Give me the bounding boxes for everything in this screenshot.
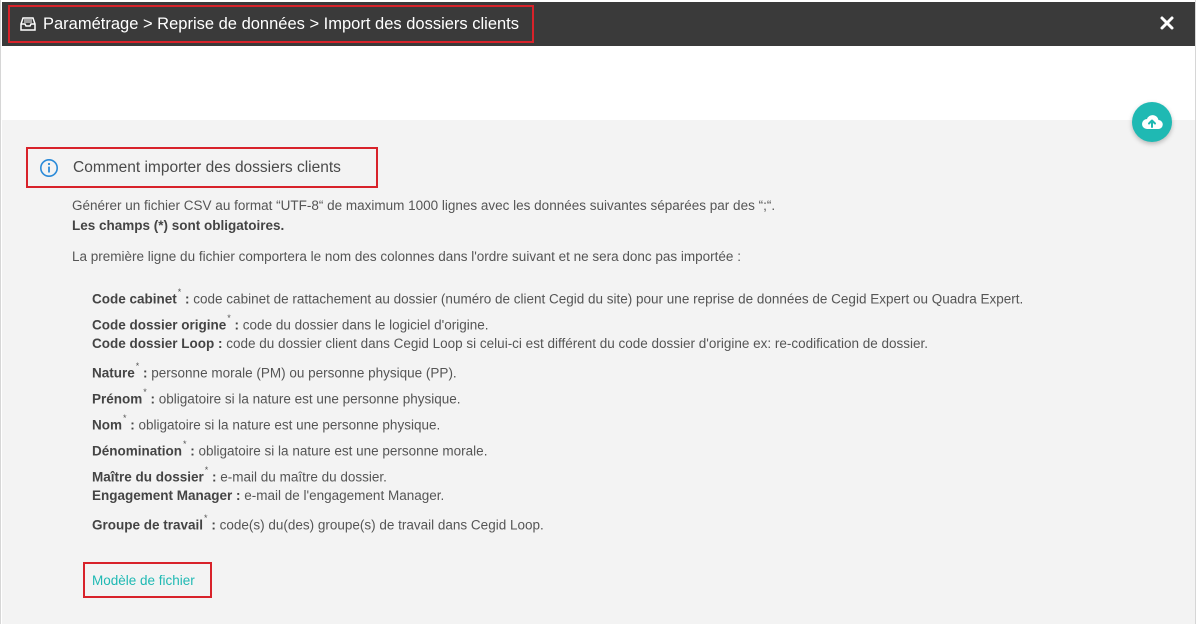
header-area [2, 46, 1195, 120]
required-marker: * [135, 361, 140, 371]
field-item: Prénom* : obligatoire si la nature est u… [92, 383, 460, 408]
field-separator: : [126, 417, 135, 433]
field-separator: : [214, 336, 223, 351]
field-separator: : [186, 443, 195, 459]
required-marker: * [123, 413, 127, 423]
cloud-upload-icon[interactable] [1132, 102, 1172, 142]
title-bar: Paramétrage > Reprise de données > Impor… [2, 2, 1195, 46]
field-text: code(s) du(des) groupe(s) de travail dan… [215, 517, 544, 533]
field-item: Nom* : obligatoire si la nature est une … [92, 409, 440, 434]
column-order-note: La première ligne du fichier comportera … [72, 249, 741, 264]
required-note: Les champs (*) sont obligatoires. [72, 218, 285, 233]
field-text: obligatoire si la nature est une personn… [134, 417, 441, 433]
help-heading: Comment importer des dossiers clients [26, 147, 378, 188]
field-separator: : [232, 488, 241, 503]
field-item: Code cabinet* : code cabinet de rattache… [92, 283, 1023, 308]
field-name: Groupe de travail [92, 517, 204, 533]
required-marker: * [204, 465, 209, 475]
template-link-box: Modèle de fichier [83, 562, 212, 598]
field-name: Engagement Manager [92, 488, 233, 503]
field-item: Engagement Manager : e-mail de l'engagem… [92, 483, 444, 508]
breadcrumb: Paramétrage > Reprise de données > Impor… [8, 5, 534, 43]
field-separator: : [207, 517, 216, 533]
help-intro: Générer un fichier CSV au format “UTF-8“… [72, 196, 775, 236]
field-name: Code dossier Loop [92, 336, 215, 351]
field-name: Prénom [92, 391, 143, 407]
field-text: code du dossier client dans Cegid Loop s… [222, 336, 928, 351]
close-icon[interactable] [1159, 15, 1175, 31]
template-file-link[interactable]: Modèle de fichier [92, 573, 195, 588]
field-text: code cabinet de rattachement au dossier … [189, 291, 1024, 307]
breadcrumb-text: Paramétrage > Reprise de données > Impor… [43, 14, 520, 33]
required-marker: * [204, 513, 208, 523]
field-item: Nature* : personne morale (PM) ou person… [92, 357, 457, 382]
field-text: obligatoire si la nature est une personn… [194, 443, 488, 459]
field-separator: : [139, 365, 148, 381]
field-item: Groupe de travail* : code(s) du(des) gro… [92, 509, 544, 534]
field-text: e-mail de l'engagement Manager. [240, 488, 445, 503]
inbox-tray-icon [20, 17, 36, 31]
help-title: Comment importer des dossiers clients [73, 158, 341, 176]
intro-line: Générer un fichier CSV au format “UTF-8“… [72, 198, 776, 213]
required-marker: * [227, 313, 231, 323]
required-marker: * [143, 387, 147, 397]
field-name: Code cabinet [92, 291, 177, 307]
field-item: Code dossier Loop : code du dossier clie… [92, 331, 928, 356]
field-name: Nom [92, 417, 122, 433]
field-item: Dénomination* : obligatoire si la nature… [92, 435, 487, 460]
info-icon [39, 158, 59, 178]
required-marker: * [183, 439, 187, 449]
import-window: Paramétrage > Reprise de données > Impor… [0, 0, 1196, 624]
field-name: Nature [92, 365, 135, 381]
field-separator: : [181, 291, 190, 307]
field-name: Dénomination [92, 443, 182, 459]
field-text: obligatoire si la nature est une personn… [155, 391, 461, 407]
field-separator: : [146, 391, 156, 407]
field-text: personne morale (PM) ou personne physiqu… [147, 365, 457, 381]
required-marker: * [177, 287, 182, 297]
